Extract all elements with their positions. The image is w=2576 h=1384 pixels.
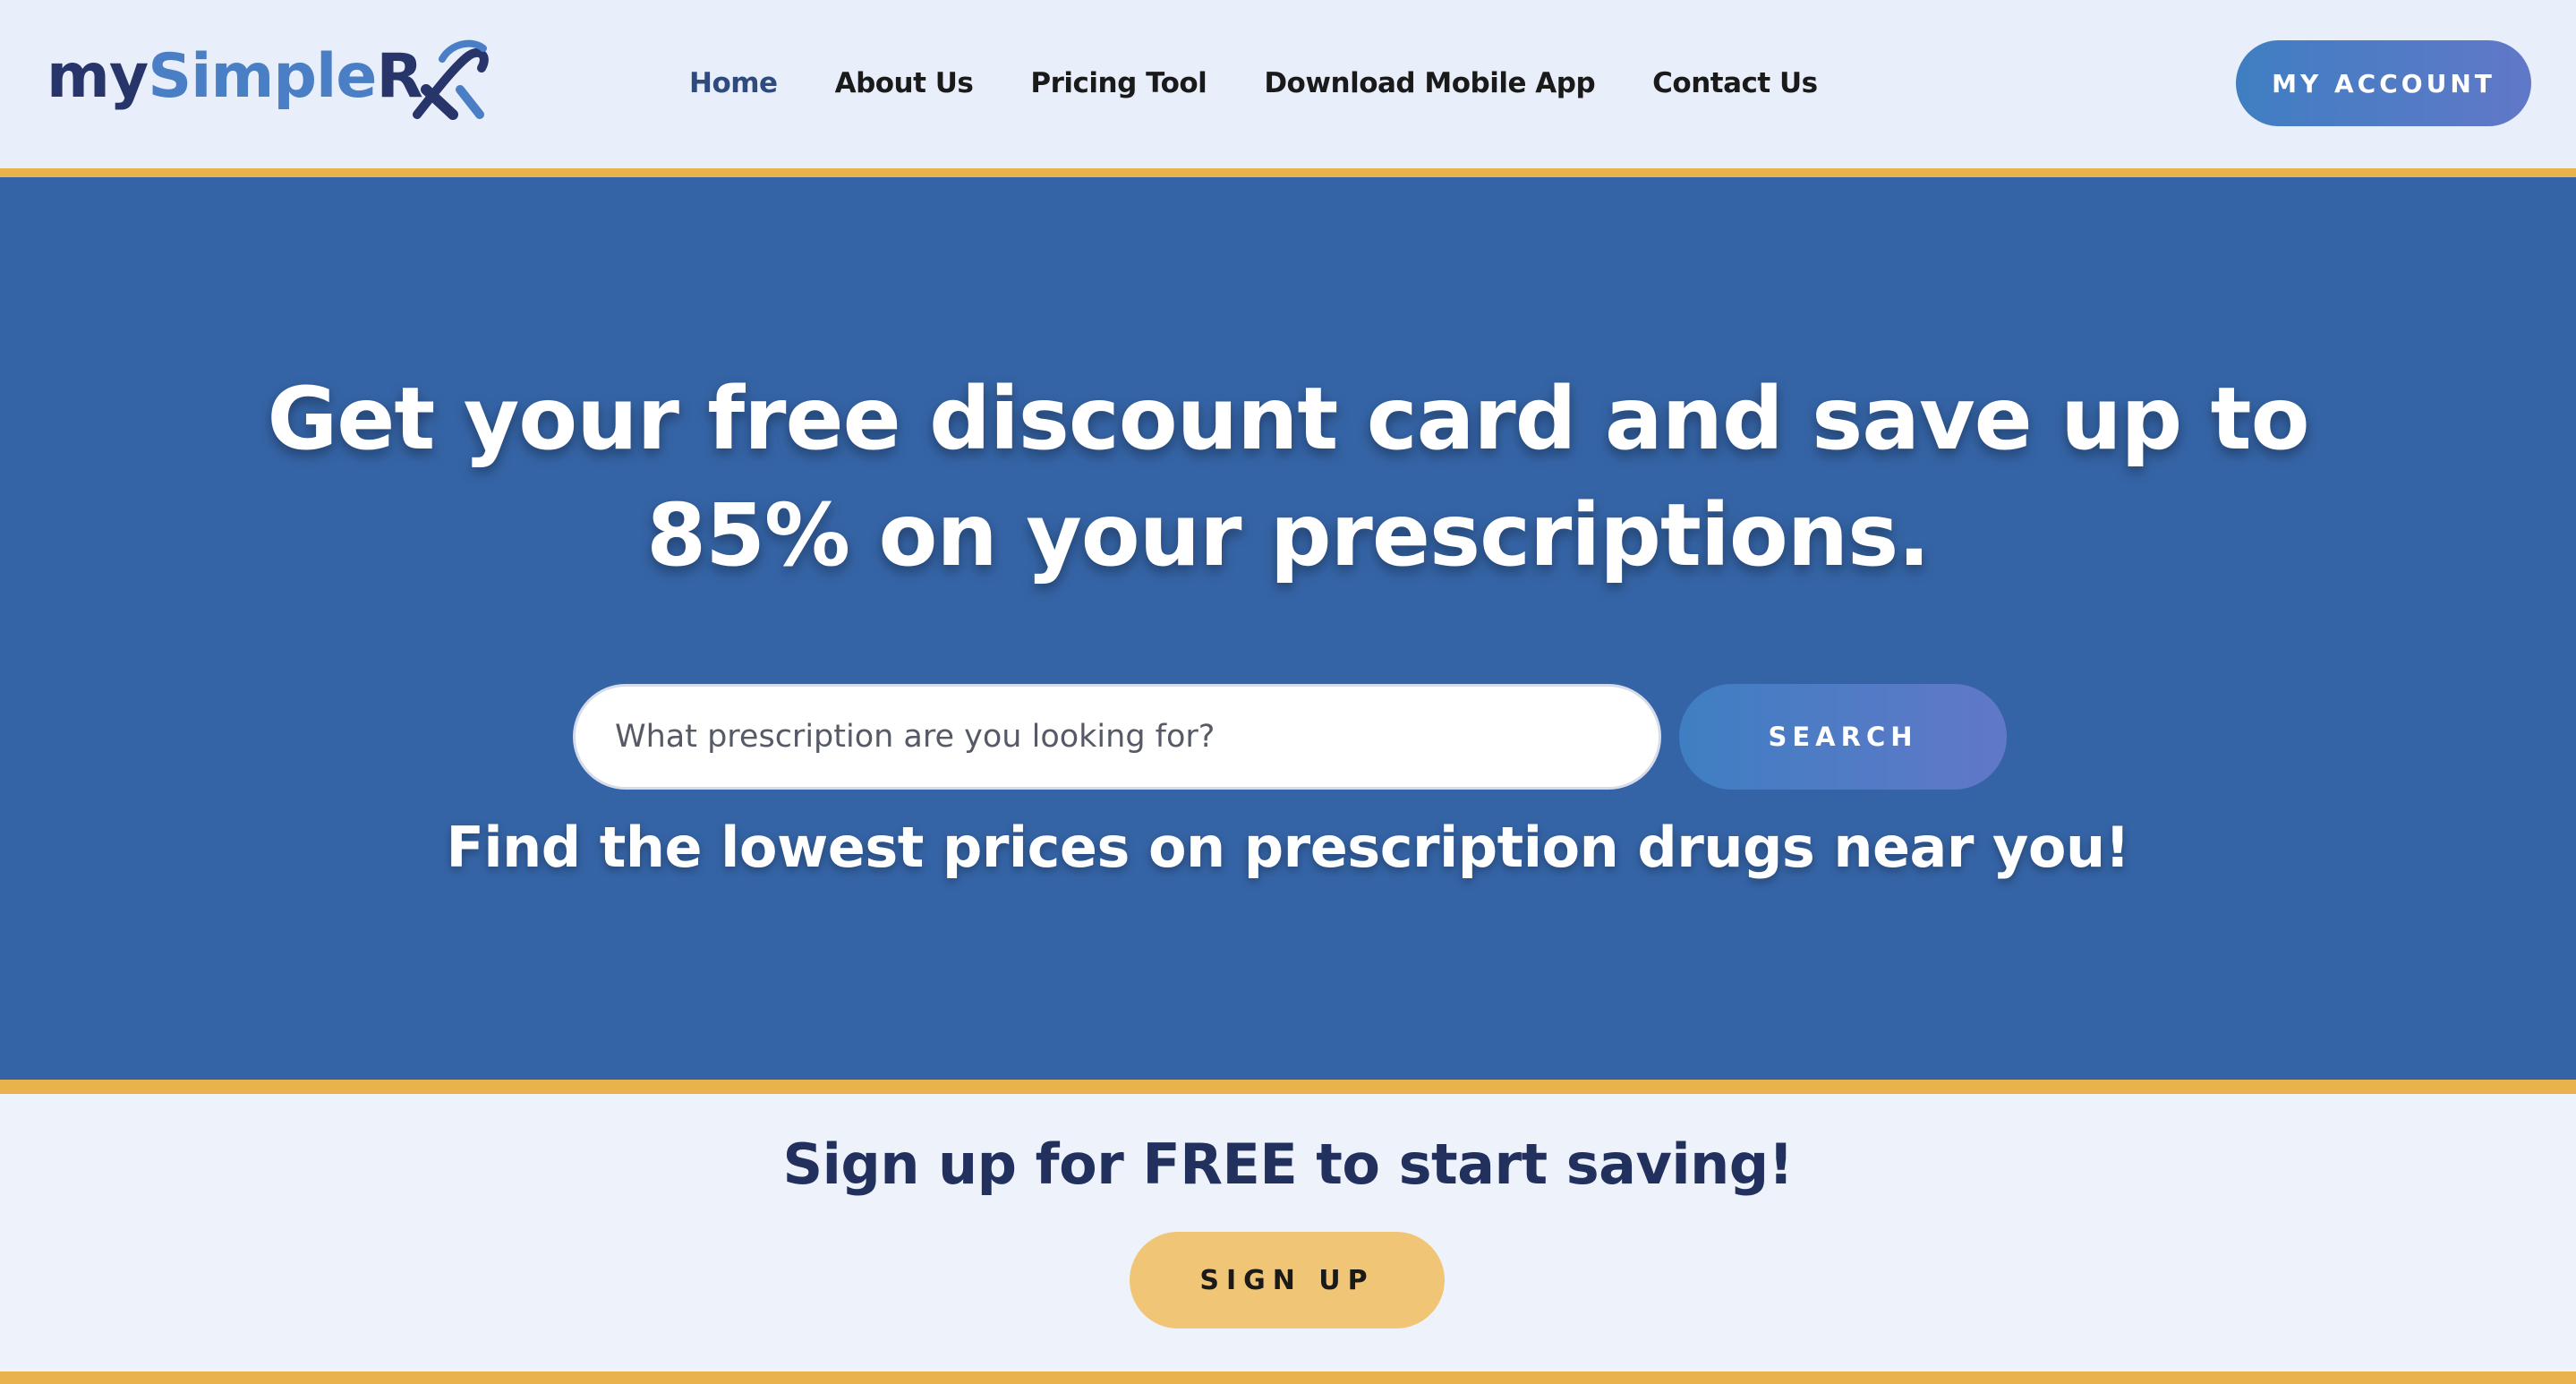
hero-title: Get your free discount card and save up … <box>0 361 2576 594</box>
prescription-search-input[interactable] <box>573 684 1661 790</box>
footer-divider <box>0 1371 2576 1384</box>
logo-wordmark: mySimpleR <box>47 41 423 112</box>
nav-pricing-tool[interactable]: Pricing Tool <box>1030 67 1207 99</box>
hero-section: Get your free discount card and save up … <box>0 177 2576 1080</box>
main-nav: Home About Us Pricing Tool Download Mobi… <box>689 61 1875 106</box>
page: mySimpleR Home About Us Pricing Tool Dow… <box>0 0 2576 1384</box>
sign-up-button[interactable]: SIGN UP <box>1130 1232 1445 1328</box>
site-header: mySimpleR Home About Us Pricing Tool Dow… <box>0 0 2576 168</box>
hero-title-line-2: 85% on your prescriptions. <box>646 485 1930 585</box>
hero-title-line-1: Get your free discount card and save up … <box>267 369 2309 469</box>
nav-download-mobile-app[interactable]: Download Mobile App <box>1264 67 1595 99</box>
search-button[interactable]: SEARCH <box>1679 684 2007 790</box>
nav-contact-us[interactable]: Contact Us <box>1652 67 1818 99</box>
signup-section: Sign up for FREE to start saving! SIGN U… <box>0 1094 2576 1371</box>
logo-x-swoosh-icon <box>413 39 489 120</box>
header-divider <box>0 168 2576 177</box>
logo[interactable]: mySimpleR <box>47 39 489 120</box>
my-account-button[interactable]: MY ACCOUNT <box>2236 40 2531 126</box>
nav-about-us[interactable]: About Us <box>835 67 974 99</box>
nav-home[interactable]: Home <box>689 67 778 99</box>
signup-title: Sign up for FREE to start saving! <box>782 1132 1794 1197</box>
hero-subtitle: Find the lowest prices on prescription d… <box>446 815 2130 880</box>
hero-divider <box>0 1080 2576 1094</box>
